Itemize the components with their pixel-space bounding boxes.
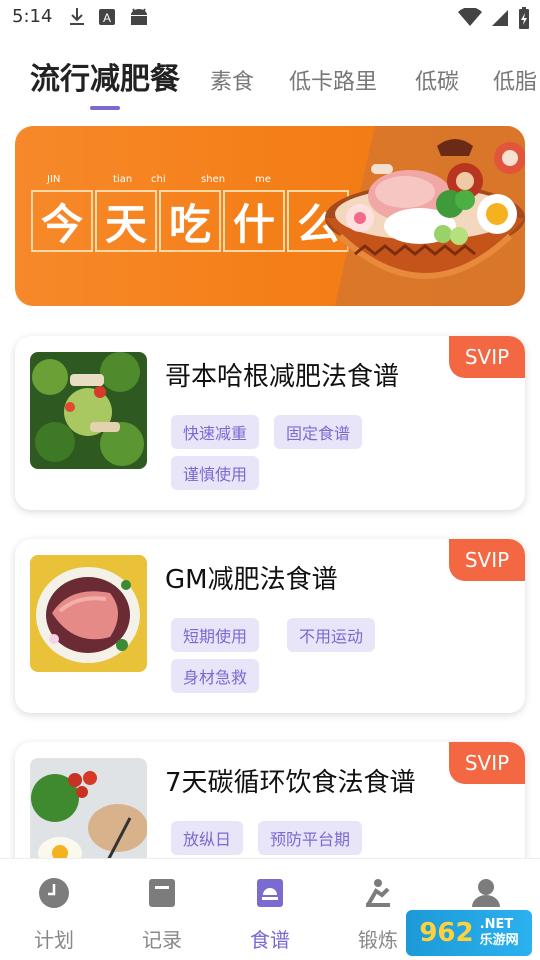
nav-recipes-label: 食谱 (250, 928, 290, 952)
nav-record-label: 记录 (142, 928, 182, 952)
recipe-title: GM减肥法食谱 (165, 565, 338, 595)
recipe-title: 哥本哈根减肥法食谱 (165, 362, 400, 392)
banner-char: 天 (95, 190, 157, 252)
recipe-tag: 短期使用 (171, 618, 260, 652)
svip-badge: SVIP (449, 336, 525, 378)
recipe-card[interactable]: GM减肥法食谱 SVIP 短期使用 不用运动 身材急救 (15, 539, 525, 713)
recipe-tag: 预防平台期 (258, 821, 363, 855)
signal-icon (492, 10, 508, 26)
recipe-title: 7天碳循环饮食法食谱 (165, 768, 416, 798)
watermark-suffix: .NET (479, 917, 514, 932)
tab-low-fat[interactable]: 低脂 (493, 64, 537, 96)
watermark-logo: 962 .NET 乐游网 (406, 910, 532, 956)
svip-badge: SVIP (449, 742, 525, 784)
android-icon (131, 8, 147, 25)
category-tabs: 流行减肥餐 素食 低卡路里 低碳 低脂 (0, 52, 540, 112)
recipe-tag: 快速减重 (171, 415, 260, 449)
tab-vegetarian[interactable]: 素食 (210, 64, 254, 96)
watermark-number: 962 (419, 918, 474, 948)
recipe-card[interactable]: 哥本哈根减肥法食谱 SVIP 快速减重 固定食谱 谨慎使用 (15, 336, 525, 510)
recipe-image (30, 352, 147, 469)
banner-title: 今 天 吃 什 么 (31, 190, 349, 254)
banner-char: 今 (31, 190, 93, 252)
text-a-icon: A (99, 9, 115, 25)
active-tab-indicator (90, 106, 120, 110)
nav-plan[interactable]: 计划 (0, 877, 108, 953)
exercise-icon (366, 879, 390, 907)
banner-pinyin: me (255, 174, 271, 185)
clock-icon (39, 878, 69, 908)
banner-char: 吃 (159, 190, 221, 252)
tab-popular-diet[interactable]: 流行减肥餐 (30, 54, 180, 98)
banner-pinyin: chi (151, 174, 166, 185)
banner-what-to-eat-today[interactable]: JIN tian chi shen me 今 天 吃 什 么 (15, 126, 525, 306)
status-bar: 5:14 A (0, 0, 540, 36)
wifi-icon (458, 8, 482, 26)
status-icons-right (458, 7, 530, 29)
recipe-tag: 身材急救 (171, 659, 260, 693)
profile-icon (472, 879, 500, 907)
status-time: 5:14 (12, 6, 53, 27)
banner-pinyin: shen (201, 174, 226, 185)
svip-badge: SVIP (449, 539, 525, 581)
tab-low-calorie[interactable]: 低卡路里 (289, 64, 377, 96)
banner-pinyin: tian (113, 174, 133, 185)
banner-char: 什 (223, 190, 285, 252)
svg-text:A: A (103, 11, 111, 25)
nav-recipes[interactable]: 食谱 (216, 877, 324, 953)
recipe-book-icon (257, 879, 283, 907)
download-icon (70, 8, 84, 25)
status-icons-left: A (68, 7, 150, 27)
banner-pinyin: JIN (47, 174, 61, 185)
nav-plan-label: 计划 (34, 928, 74, 952)
recipe-tag: 固定食谱 (274, 415, 363, 449)
recipe-tag: 放纵日 (171, 821, 244, 855)
watermark-site: 乐游网 (479, 933, 519, 948)
nav-record[interactable]: 记录 (108, 877, 216, 953)
recipe-image (30, 555, 147, 672)
notebook-icon (149, 879, 175, 907)
recipe-tag: 谨慎使用 (171, 456, 260, 490)
battery-icon (519, 7, 529, 29)
recipe-tag: 不用运动 (287, 618, 376, 652)
food-bowl-illustration (325, 126, 525, 306)
tab-low-carb[interactable]: 低碳 (415, 64, 459, 96)
